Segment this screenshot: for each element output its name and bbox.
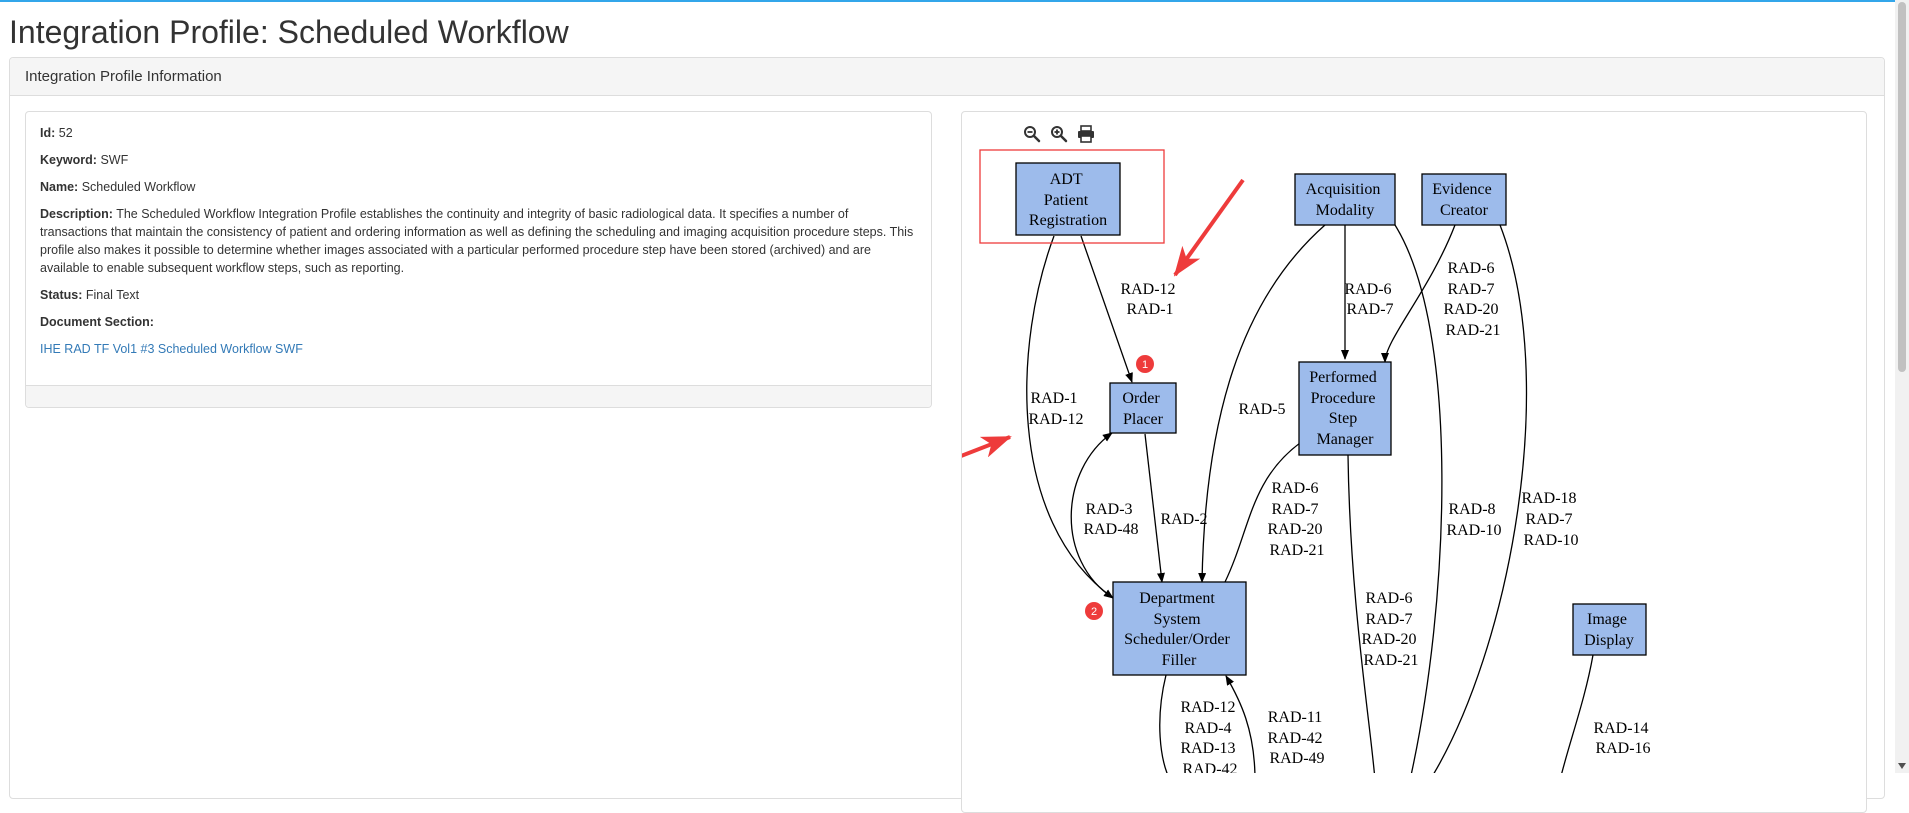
edge-label-e9: RAD-8 RAD-10 — [1446, 501, 1501, 539]
edge-label-e2: RAD-1 RAD-12 — [1028, 390, 1083, 428]
edge-label-e11: RAD-6 RAD-7 RAD-20 RAD-21 — [1361, 590, 1420, 669]
scrollbar-thumb[interactable] — [1898, 2, 1906, 372]
svg-text:2: 2 — [1091, 606, 1097, 618]
page-scrollbar[interactable] — [1895, 0, 1909, 773]
svg-text:1: 1 — [1142, 359, 1148, 371]
edge-label-e5: RAD-5 — [1238, 401, 1285, 418]
edge-label-e13: RAD-11 RAD-42 RAD-49 — [1267, 709, 1326, 767]
annotation-arrow-2 — [962, 435, 1012, 458]
edge-label-e14: RAD-14 RAD-16 — [1593, 720, 1652, 757]
edge-dss-bottom — [1159, 674, 1168, 773]
edge-label-e1: RAD-12 RAD-1 — [1120, 281, 1179, 318]
scroll-down-arrow-icon[interactable] — [1898, 763, 1906, 769]
edge-label-e8: RAD-6 RAD-7 RAD-20 RAD-21 — [1267, 480, 1326, 559]
edge-acq-down — [1394, 224, 1443, 773]
edge-label-e3: RAD-3 RAD-48 — [1083, 501, 1138, 538]
edge-adt-order — [1080, 235, 1133, 383]
edge-label-e6: RAD-6 RAD-7 — [1344, 281, 1395, 318]
edge-order-dss — [1144, 433, 1165, 583]
workflow-diagram: ADT Patient Registration Acquisition Mod… — [962, 149, 1652, 773]
badge-1: 1 — [1136, 355, 1154, 373]
badge-2: 2 — [1085, 602, 1103, 620]
annotation-arrow-1 — [1173, 178, 1245, 277]
edge-imgd-down — [1561, 654, 1594, 773]
edge-label-e12: RAD-12 RAD-4 RAD-13 RAD-42 — [1180, 699, 1239, 778]
edge-label-e10: RAD-18 RAD-7 RAD-10 — [1521, 490, 1580, 549]
edge-label-e4: RAD-2 — [1160, 511, 1207, 528]
edge-label-e7: RAD-6 RAD-7 RAD-20 RAD-21 — [1443, 260, 1502, 339]
